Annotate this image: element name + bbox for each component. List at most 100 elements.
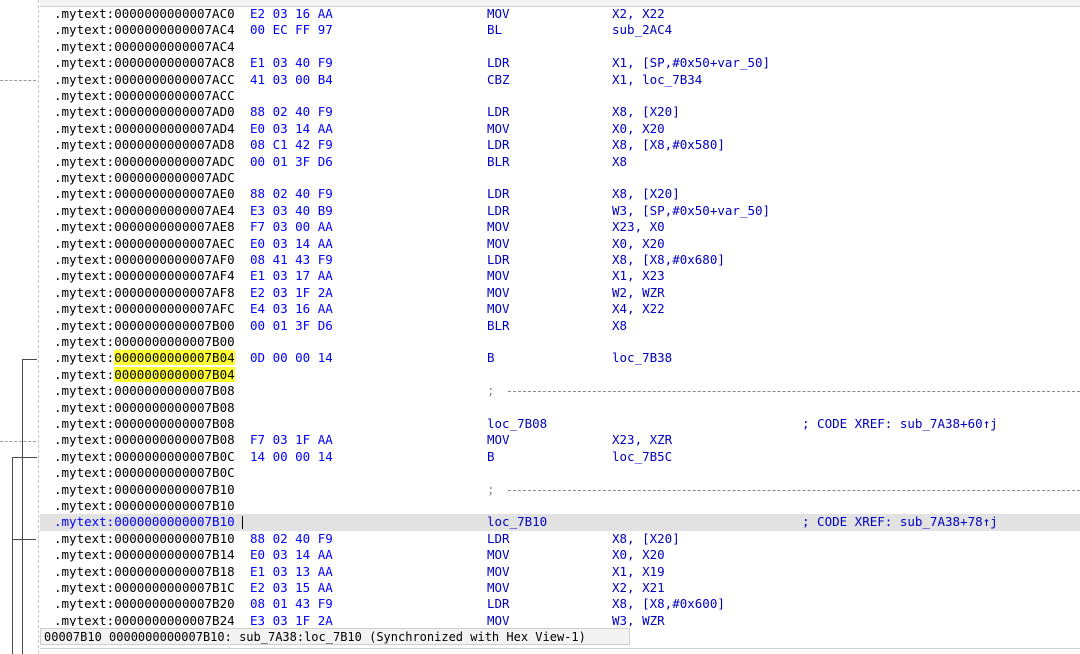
instruction-mnemonic[interactable]: BLR xyxy=(487,154,510,170)
listing-row[interactable]: .mytext:0000000000007AE4•E3 03 40 B9LDRW… xyxy=(40,203,1080,219)
address-offset[interactable]: 0000000000007B08 xyxy=(114,416,234,431)
row-address[interactable]: .mytext:0000000000007B18 xyxy=(54,564,235,580)
row-address[interactable]: .mytext:0000000000007AF8 xyxy=(54,285,235,301)
instruction-mnemonic[interactable]: MOV xyxy=(487,285,510,301)
address-offset[interactable]: 0000000000007ADC xyxy=(114,170,234,185)
instruction-mnemonic[interactable]: MOV xyxy=(487,6,510,22)
listing-row[interactable]: .mytext:0000000000007AD8•08 C1 42 F9LDRX… xyxy=(40,137,1080,153)
row-address[interactable]: .mytext:0000000000007AD8 xyxy=(54,137,235,153)
code-label[interactable]: loc_7B10 xyxy=(487,514,547,530)
row-address[interactable]: .mytext:0000000000007B0C xyxy=(54,465,235,481)
listing-row[interactable]: .mytext:0000000000007AEC•E0 03 14 AAMOVX… xyxy=(40,236,1080,252)
instruction-operands[interactable]: X8, [X20] xyxy=(612,531,680,547)
instruction-mnemonic[interactable]: MOV xyxy=(487,268,510,284)
instruction-operands[interactable]: X8 xyxy=(612,154,627,170)
row-address[interactable]: .mytext:0000000000007B08 xyxy=(54,400,235,416)
listing-row[interactable]: .mytext:0000000000007AE8•F7 03 00 AAMOVX… xyxy=(40,219,1080,235)
listing-row[interactable]: .mytext:0000000000007AD0•88 02 40 F9LDRX… xyxy=(40,104,1080,120)
listing-row[interactable]: .mytext:0000000000007B08•F7 03 1F AAMOVX… xyxy=(40,432,1080,448)
row-address[interactable]: .mytext:0000000000007AC8 xyxy=(54,55,235,71)
instruction-mnemonic[interactable]: MOV xyxy=(487,580,510,596)
instruction-operands[interactable]: X8, [X8,#0x680] xyxy=(612,252,725,268)
instruction-mnemonic[interactable]: MOV xyxy=(487,564,510,580)
listing-row[interactable]: .mytext:0000000000007B20•08 01 43 F9LDRX… xyxy=(40,596,1080,612)
instruction-mnemonic[interactable]: LDR xyxy=(487,186,510,202)
instruction-operands[interactable]: X8, [X8,#0x600] xyxy=(612,596,725,612)
listing-row[interactable]: .mytext:0000000000007B00•00 01 3F D6BLRX… xyxy=(40,318,1080,334)
instruction-operands[interactable]: X0, X20 xyxy=(612,121,665,137)
row-address[interactable]: .mytext:0000000000007B10 xyxy=(54,498,235,514)
instruction-operands[interactable]: sub_2AC4 xyxy=(612,22,672,38)
listing-row[interactable]: .mytext:0000000000007AF4•E1 03 17 AAMOVX… xyxy=(40,268,1080,284)
listing-row[interactable]: .mytext:0000000000007AC0•E2 03 16 AAMOVX… xyxy=(40,6,1080,22)
row-address[interactable]: .mytext:0000000000007B24 xyxy=(54,613,235,626)
row-address[interactable]: .mytext:0000000000007AF0 xyxy=(54,252,235,268)
row-address[interactable]: .mytext:0000000000007B00 xyxy=(54,318,235,334)
listing-row[interactable]: .mytext:0000000000007B10 xyxy=(40,498,1080,514)
listing-row[interactable]: .mytext:0000000000007AF8•E2 03 1F 2AMOVW… xyxy=(40,285,1080,301)
listing-row[interactable]: .mytext:0000000000007B00 xyxy=(40,334,1080,350)
address-offset[interactable]: 0000000000007B08 xyxy=(114,383,234,398)
listing-row[interactable]: .mytext:0000000000007AC8•E1 03 40 F9LDRX… xyxy=(40,55,1080,71)
instruction-mnemonic[interactable]: CBZ xyxy=(487,72,510,88)
address-offset[interactable]: 0000000000007B20 xyxy=(114,596,234,611)
address-offset[interactable]: 0000000000007AF8 xyxy=(114,285,234,300)
listing-row[interactable]: .mytext:0000000000007ADC xyxy=(40,170,1080,186)
address-offset[interactable]: 0000000000007ADC xyxy=(114,154,234,169)
row-address[interactable]: .mytext:0000000000007AFC xyxy=(54,301,235,317)
address-offset[interactable]: 0000000000007B1C xyxy=(114,580,234,595)
selected-listing-row[interactable]: .mytext:0000000000007B10 loc_7B10 ; CODE X… xyxy=(40,514,1080,531)
address-offset[interactable]: 0000000000007AD4 xyxy=(114,121,234,136)
listing-row[interactable]: .mytext:0000000000007B08 xyxy=(40,400,1080,416)
listing-row[interactable]: .mytext:0000000000007B08 loc_7B08 ; CODE X… xyxy=(40,416,1080,432)
xref-comment[interactable]: ; CODE XREF: sub_7A38+78↑j xyxy=(802,514,998,530)
listing-row[interactable]: .mytext:0000000000007AE0•88 02 40 F9LDRX… xyxy=(40,186,1080,202)
code-label[interactable]: loc_7B08 xyxy=(487,416,547,432)
listing-row[interactable]: .mytext:0000000000007B14•E0 03 14 AAMOVX… xyxy=(40,547,1080,563)
instruction-mnemonic[interactable]: BL xyxy=(487,22,502,38)
row-address[interactable]: .mytext:0000000000007B08 xyxy=(54,383,235,399)
listing-row[interactable]: .mytext:0000000000007B10; xyxy=(40,482,1080,498)
instruction-operands[interactable]: X0, X20 xyxy=(612,547,665,563)
instruction-mnemonic[interactable]: B xyxy=(487,350,495,366)
instruction-operands[interactable]: X1, X23 xyxy=(612,268,665,284)
listing-row[interactable]: .mytext:0000000000007B1C•E2 03 15 AAMOVX… xyxy=(40,580,1080,596)
listing-row[interactable]: .mytext:0000000000007ACC xyxy=(40,88,1080,104)
address-offset[interactable]: 0000000000007B08 xyxy=(114,400,234,415)
address-offset[interactable]: 0000000000007ACC xyxy=(114,72,234,87)
instruction-operands[interactable]: loc_7B38 xyxy=(612,350,672,366)
instruction-operands[interactable]: X8, [X8,#0x580] xyxy=(612,137,725,153)
instruction-operands[interactable]: W3, [SP,#0x50+var_50] xyxy=(612,203,770,219)
listing-row[interactable]: .mytext:0000000000007B10•88 02 40 F9LDRX… xyxy=(40,531,1080,547)
address-offset[interactable]: 0000000000007B0C xyxy=(114,449,234,464)
address-offset[interactable]: 0000000000007AE4 xyxy=(114,203,234,218)
row-address[interactable]: .mytext:0000000000007B04 xyxy=(54,350,235,366)
address-offset[interactable]: 0000000000007B14 xyxy=(114,547,234,562)
row-address[interactable]: .mytext:0000000000007B0C xyxy=(54,449,235,465)
instruction-operands[interactable]: X1, X19 xyxy=(612,564,665,580)
row-address[interactable]: .mytext:0000000000007AD0 xyxy=(54,104,235,120)
address-offset[interactable]: 0000000000007B24 xyxy=(114,613,234,626)
listing-row[interactable]: .mytext:0000000000007AF0•08 41 43 F9LDRX… xyxy=(40,252,1080,268)
address-offset[interactable]: 0000000000007AE8 xyxy=(114,219,234,234)
address-offset[interactable]: 0000000000007AD0 xyxy=(114,104,234,119)
address-offset[interactable]: 0000000000007B00 xyxy=(114,318,234,333)
address-offset[interactable]: 0000000000007B08 xyxy=(114,432,234,447)
address-offset[interactable]: 0000000000007ACC xyxy=(114,88,234,103)
address-offset[interactable]: 0000000000007AF4 xyxy=(114,268,234,283)
address-offset[interactable]: 0000000000007AFC xyxy=(114,301,234,316)
row-address[interactable]: .mytext:0000000000007B10 xyxy=(54,514,235,530)
listing-row[interactable]: .mytext:0000000000007AC4•00 EC FF 97BLsu… xyxy=(40,22,1080,38)
row-address[interactable]: .mytext:0000000000007AE4 xyxy=(54,203,235,219)
listing-row[interactable]: .mytext:0000000000007B24•E3 03 1F 2AMOVW… xyxy=(40,613,1080,626)
instruction-operands[interactable]: X1, [SP,#0x50+var_50] xyxy=(612,55,770,71)
row-address[interactable]: .mytext:0000000000007B08 xyxy=(54,432,235,448)
listing-row[interactable]: .mytext:0000000000007B18•E1 03 13 AAMOVX… xyxy=(40,564,1080,580)
instruction-operands[interactable]: W3, WZR xyxy=(612,613,665,626)
instruction-mnemonic[interactable]: B xyxy=(487,449,495,465)
instruction-operands[interactable]: loc_7B5C xyxy=(612,449,672,465)
instruction-mnemonic[interactable]: LDR xyxy=(487,104,510,120)
instruction-mnemonic[interactable]: MOV xyxy=(487,613,510,626)
address-offset[interactable]: 0000000000007B00 xyxy=(114,334,234,349)
listing-row[interactable]: .mytext:0000000000007AD4•E0 03 14 AAMOVX… xyxy=(40,121,1080,137)
